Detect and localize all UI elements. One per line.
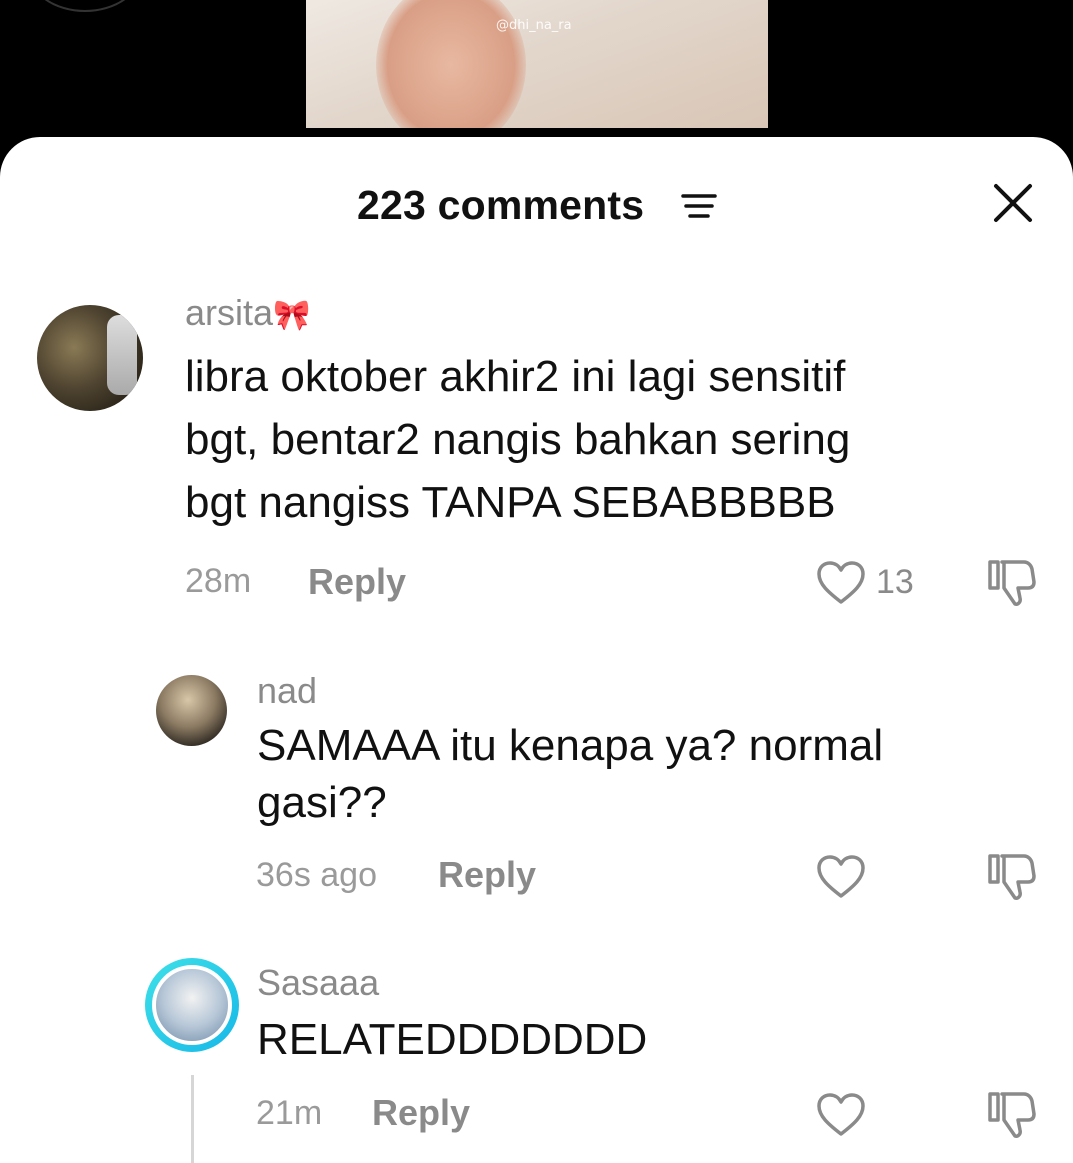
heart-icon[interactable] — [816, 854, 866, 900]
like-count: 13 — [876, 563, 914, 601]
heart-icon[interactable] — [816, 1092, 866, 1138]
comment-username[interactable]: Sasaaa — [257, 962, 379, 1004]
close-icon[interactable] — [990, 180, 1036, 226]
comment-timestamp: 21m — [256, 1094, 323, 1132]
bow-emoji: 🎀 — [273, 299, 311, 332]
filter-icon[interactable] — [681, 192, 717, 220]
comment-text: RELATEDDDDDDD — [257, 1008, 647, 1071]
comment-count-title: 223 comments — [357, 182, 645, 228]
comment-text: libra oktober akhir2 ini lagi sensitif b… — [185, 345, 850, 534]
comment-text: SAMAAA itu kenapa ya? normal gasi?? — [257, 714, 883, 834]
comment-line: RELATEDDDDDDD — [257, 1015, 648, 1064]
comment-line: bgt nangiss TANPA SEBABBBBB — [185, 478, 836, 527]
video-watermark: @dhi_na_ra — [496, 18, 572, 33]
thumbs-down-icon[interactable] — [986, 1090, 1038, 1140]
comment-timestamp: 28m — [185, 562, 252, 600]
video-thumbnail[interactable]: @dhi_na_ra — [306, 0, 768, 128]
thumbs-down-icon[interactable] — [986, 558, 1038, 608]
comment-line: libra oktober akhir2 ini lagi sensitif — [185, 352, 846, 401]
avatar-sasaaa[interactable] — [152, 965, 232, 1045]
top-left-circle — [28, 0, 142, 12]
thumbs-down-icon[interactable] — [986, 852, 1038, 902]
comment-line: gasi?? — [257, 778, 387, 827]
avatar-arsita[interactable] — [37, 305, 143, 411]
reply-button[interactable]: Reply — [308, 561, 406, 603]
avatar-nad[interactable] — [156, 675, 227, 746]
username-text[interactable]: arsita — [185, 292, 273, 333]
heart-icon[interactable] — [816, 560, 866, 606]
video-preview-area: @dhi_na_ra — [0, 0, 1073, 160]
comment-timestamp: 36s ago — [256, 856, 377, 894]
thread-line — [191, 1075, 194, 1163]
comment-line: SAMAAA itu kenapa ya? normal — [257, 721, 884, 770]
comment-username[interactable]: arsita🎀 — [185, 292, 310, 334]
reply-button[interactable]: Reply — [372, 1092, 470, 1134]
comment-line: bgt, bentar2 nangis bahkan sering — [185, 415, 851, 464]
reply-button[interactable]: Reply — [438, 854, 536, 896]
comment-username[interactable]: nad — [257, 670, 317, 712]
